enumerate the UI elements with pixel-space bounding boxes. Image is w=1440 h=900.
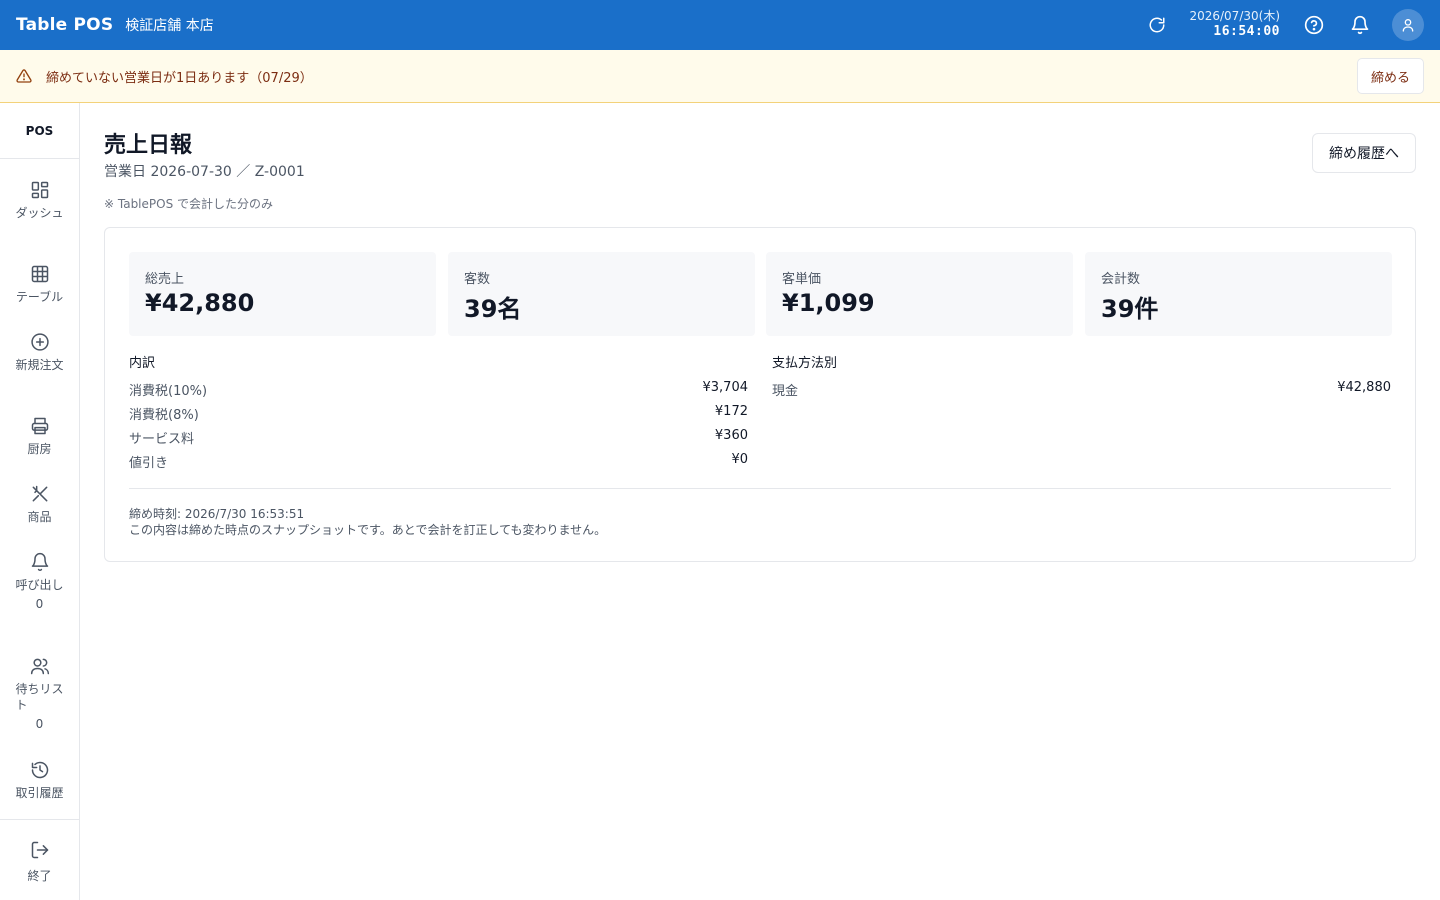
payment-value: ¥42,880 — [1337, 380, 1391, 395]
sidebar-item-label: 呼び出し — [15, 578, 64, 592]
divider — [129, 488, 1391, 489]
snapshot-note: この内容は締めた時点のスナップショットです。あとで会計を訂正しても変わりません。 — [129, 523, 607, 537]
sidebar-item-label: 待ちリスト — [15, 682, 64, 712]
stat-label: 客単価 — [782, 272, 822, 287]
stat-value: ¥42,880 — [145, 289, 255, 317]
payment-row: 現金 ¥42,880 — [772, 380, 1391, 399]
sidebar-item-label: ダッシュ — [15, 206, 64, 220]
closing-history-button[interactable]: 締め履歴へ — [1312, 133, 1416, 173]
sidebar-item-calls[interactable]: 呼び出し 0 — [0, 551, 79, 611]
sidebar-item-kitchen[interactable]: 厨房 — [0, 415, 79, 457]
daily-report-card: 総売上 ¥42,880 客数 39名 客単価 ¥1,099 会計数 39件 内訳… — [104, 227, 1416, 562]
printer-icon — [29, 415, 51, 437]
plus-circle-icon — [29, 331, 51, 353]
sidebar-item-waitlist[interactable]: 待ちリスト 0 — [0, 655, 79, 731]
stat-average-spend: 客単価 ¥1,099 — [766, 252, 1073, 336]
notification-bell-icon[interactable] — [1348, 13, 1372, 37]
calls-count-badge: 0 — [35, 597, 44, 611]
sidebar-item-label: 取引履歴 — [15, 786, 64, 800]
sidebar-item-new-order[interactable]: 新規注文 — [0, 331, 79, 373]
refresh-icon[interactable] — [1145, 13, 1169, 37]
header-time: 16:54:00 — [1213, 24, 1280, 40]
unclosed-day-warning-banner: 締めていない営業日が1日あります（07/29） 締める — [0, 50, 1440, 103]
dashboard-icon — [29, 179, 51, 201]
sidebar-logo: POS — [0, 103, 79, 159]
stat-label: 総売上 — [145, 272, 185, 287]
history-icon — [29, 759, 51, 781]
sidebar-item-history[interactable]: 取引履歴 — [0, 759, 79, 801]
utensils-icon — [29, 483, 51, 505]
sidebar-item-label: 新規注文 — [15, 358, 64, 372]
business-day-subtitle: 営業日 2026-07-30 ／ Z-0001 — [104, 164, 305, 180]
sidebar-item-label: 商品 — [27, 510, 52, 524]
stat-value: 39名 — [464, 295, 522, 323]
bell-icon — [29, 551, 51, 573]
stat-label: 会計数 — [1101, 272, 1141, 287]
breakdown-label: サービス料 — [129, 432, 195, 447]
sidebar-item-label: テーブル — [15, 290, 64, 304]
stat-value: ¥1,099 — [782, 289, 875, 317]
sidebar-item-label: 厨房 — [27, 442, 52, 456]
breakdown-label: 消費税(8%) — [129, 408, 199, 423]
breakdown-title: 内訳 — [129, 356, 156, 371]
users-icon — [29, 655, 51, 677]
sidebar-item-logout[interactable]: 終了 — [0, 819, 79, 900]
header-date: 2026/07/30(木) — [1189, 9, 1280, 24]
breakdown-label: 消費税(10%) — [129, 384, 208, 399]
breakdown-row: 値引き ¥0 — [129, 452, 748, 471]
logout-icon — [30, 840, 50, 864]
payment-label: 現金 — [772, 384, 799, 399]
stat-total-sales: 総売上 ¥42,880 — [129, 252, 436, 336]
logout-label: 終了 — [27, 869, 52, 883]
breakdown-row: サービス料 ¥360 — [129, 428, 748, 447]
breakdown-row: 消費税(10%) ¥3,704 — [129, 380, 748, 399]
breakdown-value: ¥3,704 — [702, 380, 749, 395]
breakdown-value: ¥172 — [714, 404, 748, 419]
payment-methods-title: 支払方法別 — [772, 356, 838, 371]
close-day-button[interactable]: 締める — [1356, 58, 1424, 94]
page-title: 売上日報 — [104, 133, 193, 158]
breakdown-row: 消費税(8%) ¥172 — [129, 404, 748, 423]
store-name: 検証店舗 本店 — [125, 18, 214, 34]
warning-triangle-icon — [16, 67, 34, 85]
help-icon[interactable] — [1302, 13, 1326, 37]
breakdown-value: ¥0 — [731, 452, 748, 467]
stat-label: 客数 — [464, 272, 491, 287]
user-avatar[interactable] — [1392, 9, 1424, 41]
table-grid-icon — [29, 263, 51, 285]
sidebar-item-dashboard[interactable]: ダッシュ — [0, 179, 79, 221]
warning-text: 締めていない営業日が1日あります（07/29） — [46, 70, 313, 86]
closed-at-text: 締め時刻: 2026/7/30 16:53:51 — [129, 507, 305, 521]
stat-value: 39件 — [1101, 295, 1159, 323]
header-actions: 2026/07/30(木) 16:54:00 — [1145, 0, 1440, 50]
waitlist-count-badge: 0 — [35, 717, 44, 731]
scope-note: ※ TablePOS で会計した分のみ — [104, 197, 274, 211]
brand-logo[interactable]: Table POS — [16, 15, 113, 35]
sidebar-item-products[interactable]: 商品 — [0, 483, 79, 525]
header-clock: 2026/07/30(木) 16:54:00 — [1189, 9, 1280, 40]
breakdown-label: 値引き — [129, 456, 169, 471]
sidebar-nav: POS ダッシュ テーブル 新規注文 厨房 商品 呼び出し 0 待ちリスト 0 … — [0, 103, 80, 900]
app-header: Table POS 検証店舗 本店 2026/07/30(木) 16:54:00 — [0, 0, 1440, 50]
stat-checkouts: 会計数 39件 — [1085, 252, 1392, 336]
stat-customers: 客数 39名 — [448, 252, 755, 336]
breakdown-value: ¥360 — [714, 428, 748, 443]
sidebar-item-tables[interactable]: テーブル — [0, 263, 79, 305]
